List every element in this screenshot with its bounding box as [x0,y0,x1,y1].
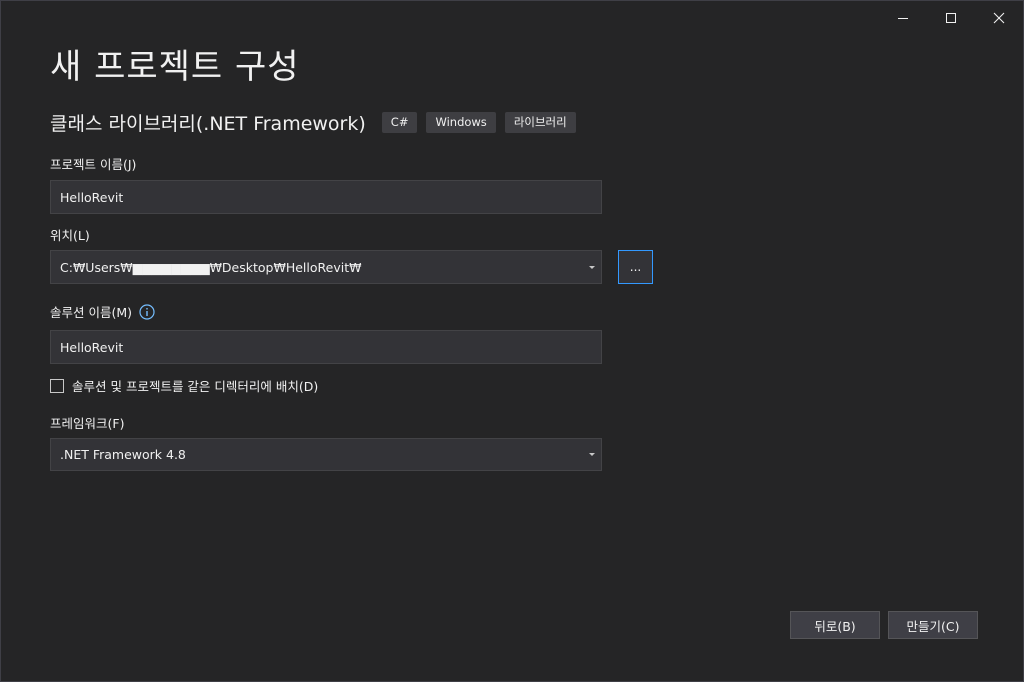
configure-project-dialog: 새 프로젝트 구성 클래스 라이브러리(.NET Framework) C# W… [0,0,1024,682]
solution-name-input[interactable] [50,330,602,364]
framework-select[interactable]: .NET Framework 4.8 [50,438,602,471]
location-label: 위치(L) [50,228,90,243]
dropdown-arrow-icon [589,265,595,269]
framework-label: 프레임워크(F) [50,416,125,431]
tag-language: C# [381,112,418,133]
same-directory-checkbox[interactable] [50,378,64,393]
window-caption-buttons [879,1,1023,35]
minimize-icon [898,18,908,19]
project-name-input[interactable] [50,180,602,214]
close-button[interactable] [975,1,1023,35]
framework-selected-value: .NET Framework 4.8 [60,447,186,462]
solution-name-label-row: 솔루션 이름(M) [50,302,155,321]
maximize-icon [946,13,956,23]
template-header: 클래스 라이브러리(.NET Framework) C# Windows 라이브… [50,109,576,136]
minimize-button[interactable] [879,1,927,35]
tag-platform: Windows [426,112,496,133]
create-button[interactable]: 만들기(C) [888,611,978,639]
same-directory-checkbox-row[interactable]: 솔루션 및 프로젝트를 같은 디렉터리에 배치(D) [50,376,318,395]
back-button[interactable]: 뒤로(B) [790,611,880,639]
close-icon [993,12,1005,24]
info-icon[interactable] [139,303,155,320]
dropdown-arrow-icon [589,453,595,456]
location-value: C:₩Users₩▆▆▆▆▆▆▆▆₩Desktop₩HelloRevit₩ [60,259,362,275]
location-combobox[interactable]: C:₩Users₩▆▆▆▆▆▆▆▆₩Desktop₩HelloRevit₩ [50,250,602,284]
page-title: 새 프로젝트 구성 [50,47,300,87]
solution-name-label: 솔루션 이름(M) [50,305,133,320]
template-tags: C# Windows 라이브러리 [381,112,576,133]
same-directory-label: 솔루션 및 프로젝트를 같은 디렉터리에 배치(D) [72,379,319,394]
maximize-button[interactable] [927,1,975,35]
template-name: 클래스 라이브러리(.NET Framework) [50,113,366,135]
browse-button[interactable]: ... [618,250,653,284]
project-name-label: 프로젝트 이름(J) [50,157,137,172]
tag-project-type: 라이브러리 [504,112,576,133]
